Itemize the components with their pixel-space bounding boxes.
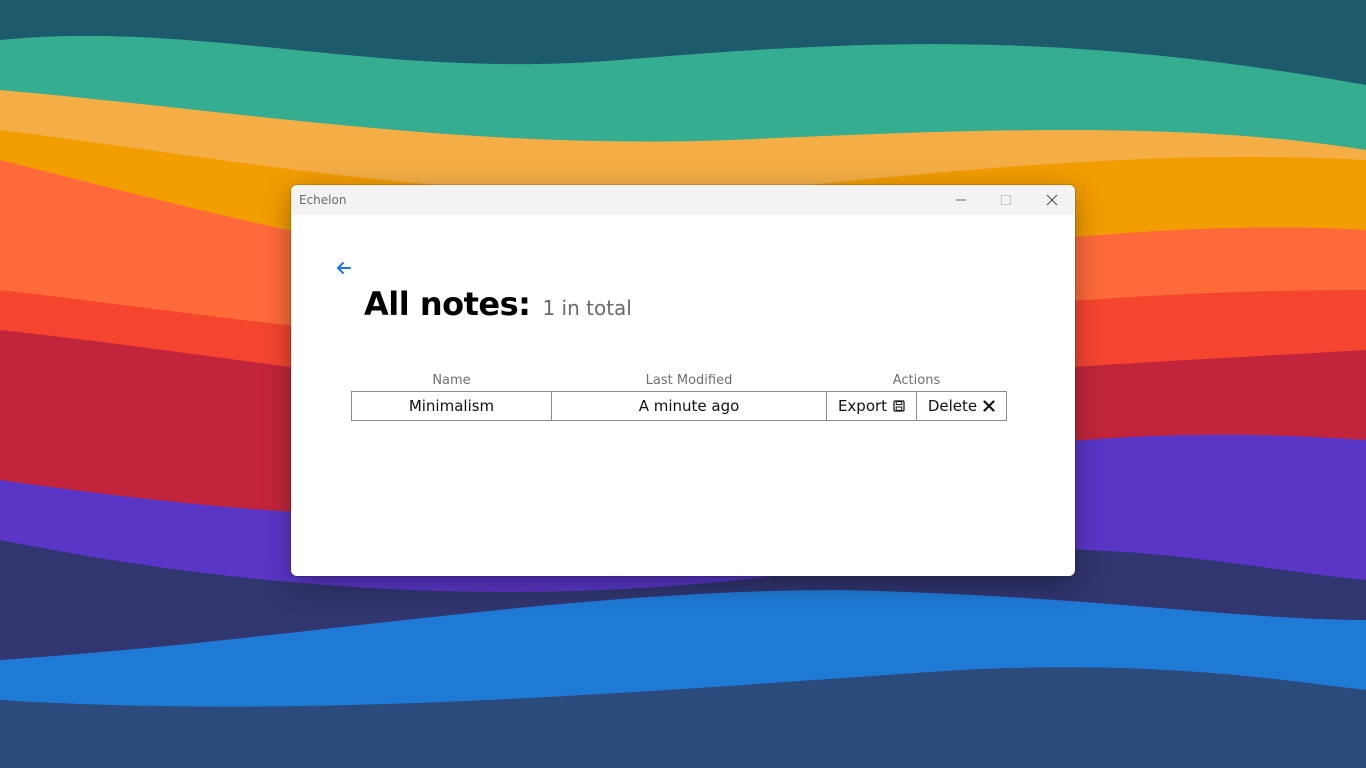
maximize-icon	[1001, 195, 1011, 205]
column-header-actions: Actions	[892, 373, 941, 388]
page-title: All notes:	[364, 285, 531, 323]
close-icon	[1046, 194, 1058, 206]
export-button[interactable]: Export	[827, 392, 916, 420]
minimize-button[interactable]	[938, 185, 984, 215]
note-name-cell[interactable]: Minimalism	[351, 391, 552, 421]
note-modified-cell: A minute ago	[551, 391, 827, 421]
main-content: All notes: 1 in total Name Last Modified…	[291, 215, 1075, 576]
column-header-name: Name	[432, 373, 471, 388]
notes-count: 1 in total	[542, 296, 632, 320]
notes-table: Name Last Modified Actions Minimalism A …	[351, 370, 1007, 421]
back-button[interactable]	[335, 259, 353, 277]
save-icon	[893, 400, 905, 412]
close-x-icon	[983, 400, 995, 412]
arrow-left-icon	[337, 262, 351, 274]
export-label: Export	[837, 397, 888, 415]
window-title: Echelon	[299, 193, 347, 207]
app-window: Echelon All notes: 1 in total Name Last …	[291, 185, 1075, 576]
title-bar[interactable]: Echelon	[291, 185, 1075, 215]
export-cell: Export	[826, 391, 917, 421]
page-heading: All notes: 1 in total	[364, 285, 632, 323]
delete-cell: Delete	[916, 391, 1007, 421]
maximize-button[interactable]	[983, 185, 1029, 215]
delete-button[interactable]: Delete	[917, 392, 1006, 420]
delete-label: Delete	[927, 397, 978, 415]
close-button[interactable]	[1029, 185, 1075, 215]
column-header-last-modified: Last Modified	[645, 373, 733, 388]
table-row: Minimalism A minute ago Export Delete	[351, 391, 1007, 421]
table-header-row: Name Last Modified Actions	[352, 370, 1007, 392]
desktop: Echelon All notes: 1 in total Name Last …	[0, 0, 1366, 768]
minimize-icon	[956, 199, 966, 201]
